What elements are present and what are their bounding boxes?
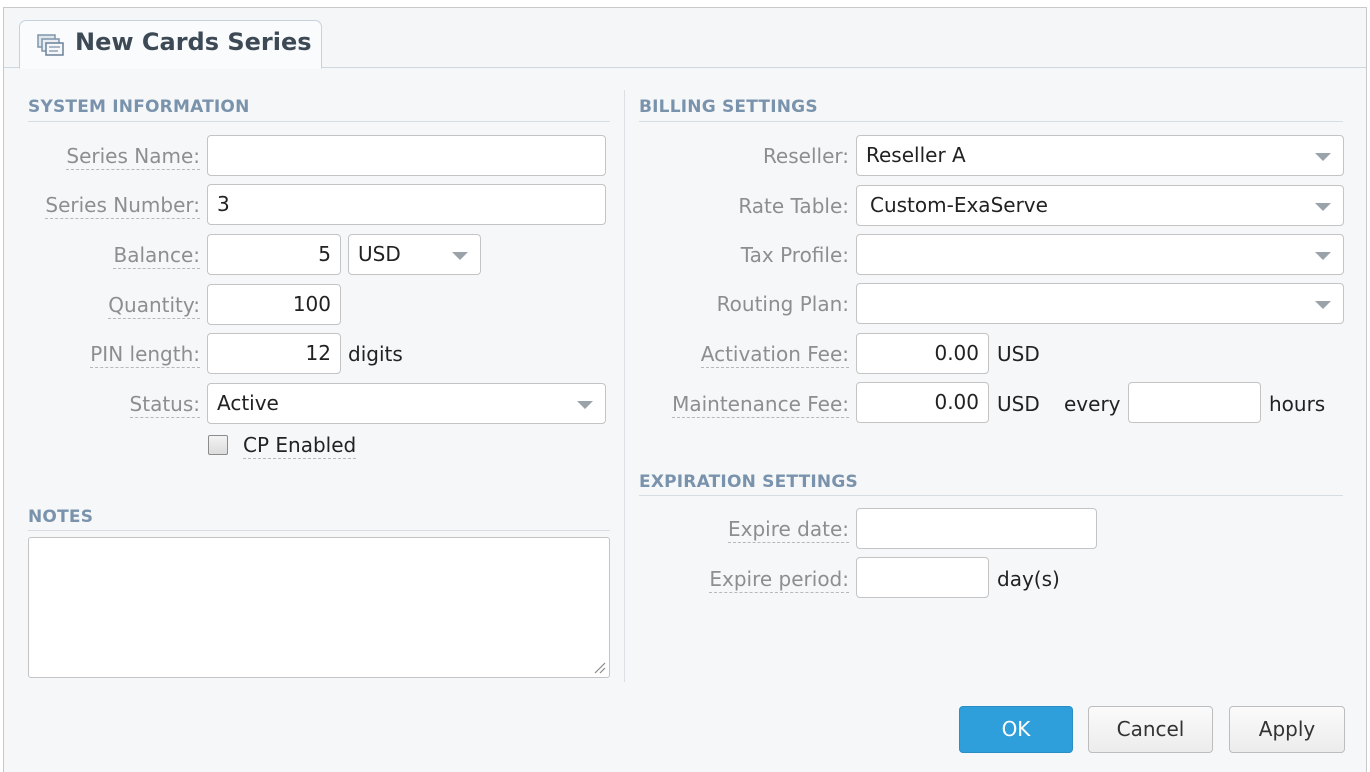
cp-enabled-label[interactable]: CP Enabled bbox=[243, 433, 357, 459]
balance-label: Balance: bbox=[113, 243, 200, 269]
expiration-settings-title: EXPIRATION SETTINGS bbox=[639, 472, 858, 492]
series-number-input[interactable]: 3 bbox=[207, 184, 606, 225]
ok-button[interactable]: OK bbox=[959, 706, 1073, 753]
expire-date-label: Expire date: bbox=[727, 517, 849, 543]
rate-table-select-value: Custom-ExaServe bbox=[870, 193, 1048, 217]
chevron-down-icon bbox=[1315, 153, 1331, 161]
reseller-label: Reseller: bbox=[762, 144, 849, 168]
pin-length-label: PIN length: bbox=[90, 342, 200, 368]
billing-settings-title: BILLING SETTINGS bbox=[639, 97, 818, 117]
routing-plan-label: Routing Plan: bbox=[716, 292, 849, 316]
chevron-down-icon bbox=[577, 401, 593, 409]
currency-select-value: USD bbox=[358, 242, 401, 266]
quantity-label: Quantity: bbox=[108, 293, 200, 319]
chevron-down-icon bbox=[1315, 203, 1331, 211]
activation-fee-currency: USD bbox=[997, 342, 1040, 366]
notes-textarea[interactable] bbox=[28, 537, 610, 678]
resize-handle-icon[interactable] bbox=[592, 660, 606, 674]
currency-select[interactable]: USD bbox=[348, 234, 481, 275]
reseller-select-value: Reseller A bbox=[866, 143, 966, 167]
maintenance-fee-input[interactable]: 0.00 bbox=[856, 382, 989, 423]
quantity-input[interactable]: 100 bbox=[207, 284, 341, 325]
pin-length-input[interactable]: 12 bbox=[207, 333, 341, 374]
billing-settings-divider bbox=[639, 121, 1343, 122]
system-information-title: SYSTEM INFORMATION bbox=[28, 97, 250, 117]
expiration-settings-divider bbox=[639, 495, 1343, 496]
series-name-input[interactable] bbox=[207, 135, 606, 176]
chevron-down-icon bbox=[452, 252, 468, 260]
cancel-button[interactable]: Cancel bbox=[1088, 706, 1213, 753]
chevron-down-icon bbox=[1315, 301, 1331, 309]
chevron-down-icon bbox=[1315, 252, 1331, 260]
cp-enabled-checkbox[interactable] bbox=[208, 435, 228, 455]
every-label: every bbox=[1064, 392, 1121, 416]
reseller-select[interactable]: Reseller A bbox=[856, 135, 1344, 176]
series-number-label: Series Number: bbox=[45, 193, 200, 219]
maintenance-fee-currency: USD bbox=[997, 392, 1040, 416]
tax-profile-label: Tax Profile: bbox=[740, 243, 849, 267]
activation-fee-input[interactable]: 0.00 bbox=[856, 333, 989, 374]
status-label: Status: bbox=[129, 392, 200, 418]
activation-fee-label: Activation Fee: bbox=[700, 342, 849, 368]
tax-profile-select[interactable] bbox=[856, 234, 1344, 275]
apply-button[interactable]: Apply bbox=[1229, 706, 1345, 753]
system-information-divider bbox=[28, 121, 610, 122]
maintenance-hours-input[interactable] bbox=[1128, 382, 1261, 423]
rate-table-select[interactable]: Custom-ExaServe bbox=[856, 185, 1344, 226]
routing-plan-select[interactable] bbox=[856, 283, 1344, 324]
series-name-label: Series Name: bbox=[66, 144, 200, 170]
notes-divider bbox=[28, 530, 610, 531]
maintenance-fee-label: Maintenance Fee: bbox=[672, 392, 849, 418]
tab-title: New Cards Series bbox=[75, 28, 312, 56]
rate-table-label: Rate Table: bbox=[738, 194, 849, 218]
pin-length-unit: digits bbox=[348, 342, 403, 366]
cards-series-icon bbox=[37, 34, 64, 56]
expire-period-input[interactable] bbox=[856, 557, 989, 598]
notes-title: NOTES bbox=[28, 507, 94, 527]
expire-date-input[interactable] bbox=[856, 508, 1097, 549]
balance-input[interactable]: 5 bbox=[207, 234, 341, 275]
expire-period-label: Expire period: bbox=[709, 567, 849, 593]
status-select-value: Active bbox=[217, 391, 279, 415]
expire-period-unit: day(s) bbox=[997, 567, 1060, 591]
status-select[interactable]: Active bbox=[207, 383, 606, 424]
hours-label: hours bbox=[1269, 392, 1326, 416]
column-separator bbox=[624, 90, 625, 682]
